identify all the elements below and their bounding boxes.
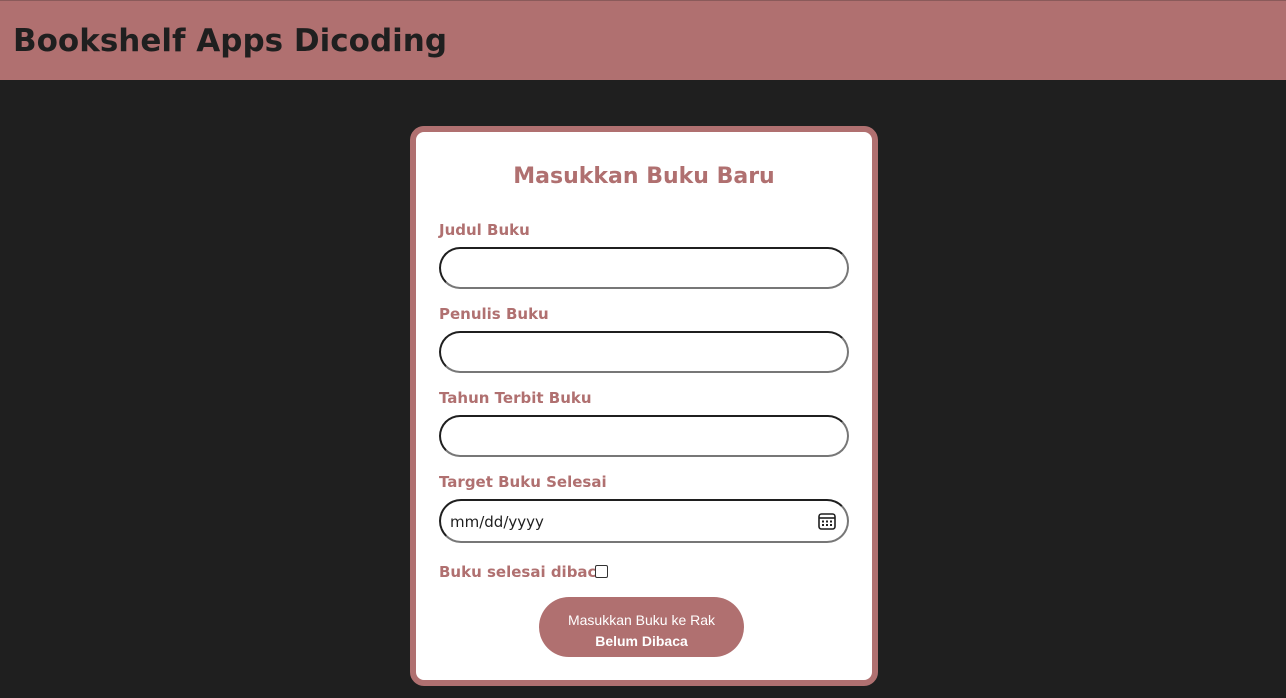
app-title: Bookshelf Apps Dicoding [13,23,448,59]
target-date-input[interactable]: mm/dd/yyyy [439,499,849,543]
book-year-label: Tahun Terbit Buku [439,389,592,407]
book-year-input[interactable] [439,415,849,457]
complete-checkbox[interactable] [595,565,608,578]
book-author-label: Penulis Buku [439,305,549,323]
date-placeholder: mm/dd/yyyy [450,513,544,531]
submit-button-line1: Masukkan Buku ke Rak [567,612,716,628]
calendar-icon[interactable] [817,511,837,531]
submit-book-button[interactable]: Masukkan Buku ke Rak Belum Dibaca [539,597,744,657]
target-date-label: Target Buku Selesai [439,473,607,491]
complete-checkbox-label: Buku selesai dibaca [439,563,607,581]
add-book-form: Masukkan Buku Baru Judul Buku Penulis Bu… [410,126,878,686]
book-author-input[interactable] [439,331,849,373]
form-title: Masukkan Buku Baru [513,164,775,189]
app-header: Bookshelf Apps Dicoding [0,0,1286,80]
submit-button-shelf: Belum Dibaca [595,633,688,649]
book-title-label: Judul Buku [439,221,530,239]
book-title-input[interactable] [439,247,849,289]
